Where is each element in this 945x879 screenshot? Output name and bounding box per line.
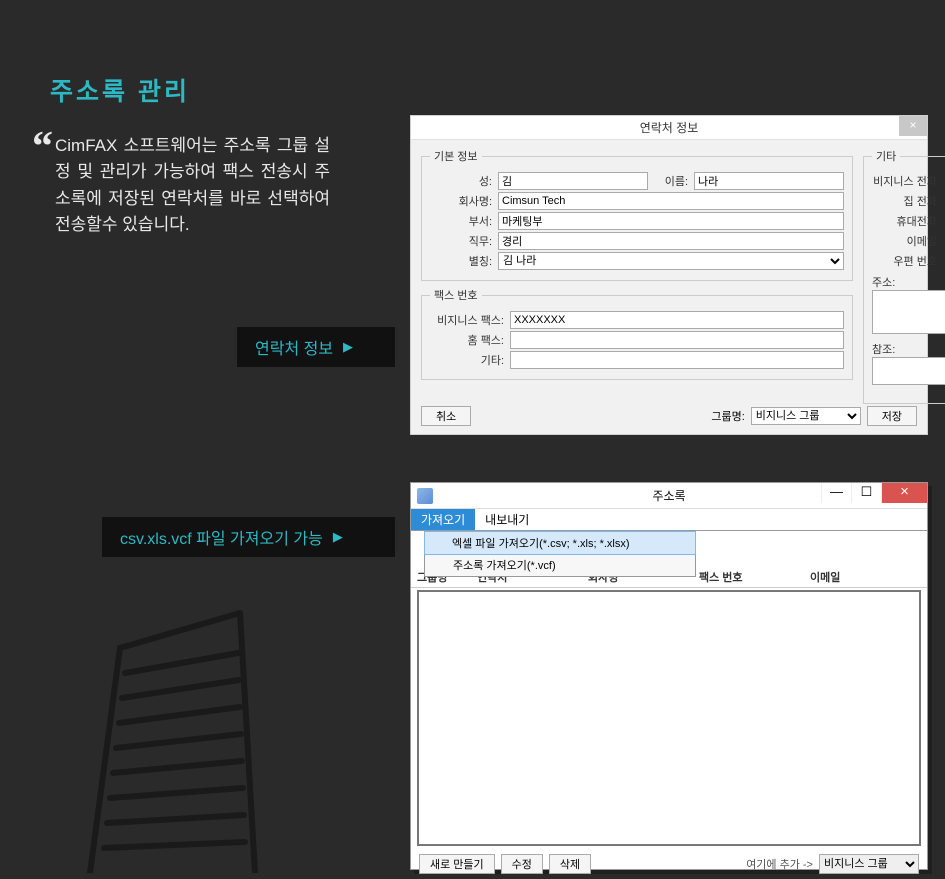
triangle-icon: ▶ <box>333 529 343 545</box>
close-button[interactable]: × <box>881 483 927 503</box>
import-file-label: csv.xls.vcf 파일 가져오기 가능 <box>120 525 323 549</box>
menu-export[interactable]: 내보내기 <box>475 509 539 530</box>
home-fax-label: 홈 팩스: <box>430 332 504 348</box>
menu-import[interactable]: 가져오기 <box>411 509 475 530</box>
dept-input[interactable] <box>498 212 844 230</box>
company-label: 회사명: <box>430 193 492 209</box>
alias-label: 별칭: <box>430 253 492 269</box>
name-input[interactable] <box>694 172 844 190</box>
basic-info-fieldset: 기본 정보 성: 이름: 회사명: 부서: 직무: <box>421 148 853 281</box>
contact-info-label: 연락처 정보 <box>255 335 333 359</box>
page-description: CimFAX 소프트웨어는 주소록 그룹 설정 및 관리가 가능하여 팩스 전송… <box>55 133 330 238</box>
quote-icon: “ <box>32 123 53 171</box>
position-label: 직무: <box>430 233 492 249</box>
address-list[interactable] <box>417 590 921 846</box>
biz-fax-label: 비지니스 팩스: <box>430 312 504 328</box>
import-dropdown: 엑셀 파일 가져오기(*.csv; *.xls; *.xlsx) 주소록 가져오… <box>424 531 696 577</box>
minimize-button[interactable]: — <box>821 483 851 503</box>
home-phone-label: 집 전화: <box>872 193 940 209</box>
alias-select[interactable]: 김 나라 <box>498 252 844 270</box>
triangle-icon: ▶ <box>343 339 353 355</box>
close-button[interactable]: × <box>899 116 927 136</box>
delete-button[interactable]: 삭제 <box>549 854 591 874</box>
fax-legend: 팩스 번호 <box>430 287 482 303</box>
email-label: 이메일: <box>872 233 940 249</box>
name-label: 이름: <box>648 173 688 189</box>
address-label: 주소: <box>872 277 895 289</box>
fax-fieldset: 팩스 번호 비지니스 팩스: 홈 팩스: 기타: <box>421 287 853 380</box>
surname-label: 성: <box>430 173 492 189</box>
other-fieldset: 기타 비지니스 전화: 집 전화: 휴대전화: 이메일: <box>863 148 945 404</box>
save-button[interactable]: 저장 <box>867 406 917 426</box>
footer-group-select[interactable]: 비지니스 그룹 <box>819 854 919 874</box>
cancel-button[interactable]: 취소 <box>421 406 471 426</box>
contact-info-dialog: 연락처 정보 × 기본 정보 성: 이름: 회사명: 부서: <box>410 115 928 435</box>
contact-info-label-bar: 연락처 정보 ▶ <box>237 327 395 367</box>
building-illustration <box>60 608 280 873</box>
dialog-titlebar: 연락처 정보 × <box>411 116 927 140</box>
home-fax-input[interactable] <box>510 331 844 349</box>
app-icon <box>417 488 433 504</box>
zip-label: 우편 번호: <box>872 253 940 269</box>
basic-info-legend: 기본 정보 <box>430 148 482 164</box>
maximize-button[interactable]: ☐ <box>851 483 881 503</box>
header-email: 이메일 <box>810 569 921 585</box>
header-fax: 팩스 번호 <box>699 569 810 585</box>
surname-input[interactable] <box>498 172 648 190</box>
mobile-label: 휴대전화: <box>872 213 940 229</box>
page-title: 주소록 관리 <box>50 72 190 108</box>
other-fax-label: 기타: <box>430 352 504 368</box>
dropdown-item-excel[interactable]: 엑셀 파일 가져오기(*.csv; *.xls; *.xlsx) <box>424 531 696 555</box>
biz-fax-input[interactable] <box>510 311 844 329</box>
dialog-title: 연락처 정보 <box>640 121 699 135</box>
new-button[interactable]: 새로 만들기 <box>419 854 495 874</box>
dropdown-item-vcf[interactable]: 주소록 가져오기(*.vcf) <box>425 554 695 576</box>
group-select[interactable]: 비지니스 그룹 <box>751 407 861 425</box>
add-here-label: 여기에 추가 -> <box>746 856 813 872</box>
dept-label: 부서: <box>430 213 492 229</box>
window-titlebar: 주소록 — ☐ × <box>411 483 927 509</box>
import-file-label-bar: csv.xls.vcf 파일 가져오기 가능 ▶ <box>102 517 395 557</box>
other-fax-input[interactable] <box>510 351 844 369</box>
company-input[interactable] <box>498 192 844 210</box>
biz-phone-label: 비지니스 전화: <box>872 173 940 189</box>
edit-button[interactable]: 수정 <box>501 854 543 874</box>
position-input[interactable] <box>498 232 844 250</box>
window-title: 주소록 <box>652 489 685 503</box>
other-legend: 기타 <box>872 148 900 164</box>
address-textarea[interactable] <box>872 290 945 334</box>
group-label: 그룹명: <box>711 408 744 424</box>
menu-bar: 가져오기 내보내기 <box>411 509 927 531</box>
address-book-window: 주소록 — ☐ × 가져오기 내보내기 엑셀 파일 가져오기(*.csv; *.… <box>410 482 928 870</box>
ref-label: 참조: <box>872 344 895 356</box>
window-footer: 새로 만들기 수정 삭제 여기에 추가 -> 비지니스 그룹 <box>411 850 927 878</box>
ref-textarea[interactable] <box>872 357 945 385</box>
